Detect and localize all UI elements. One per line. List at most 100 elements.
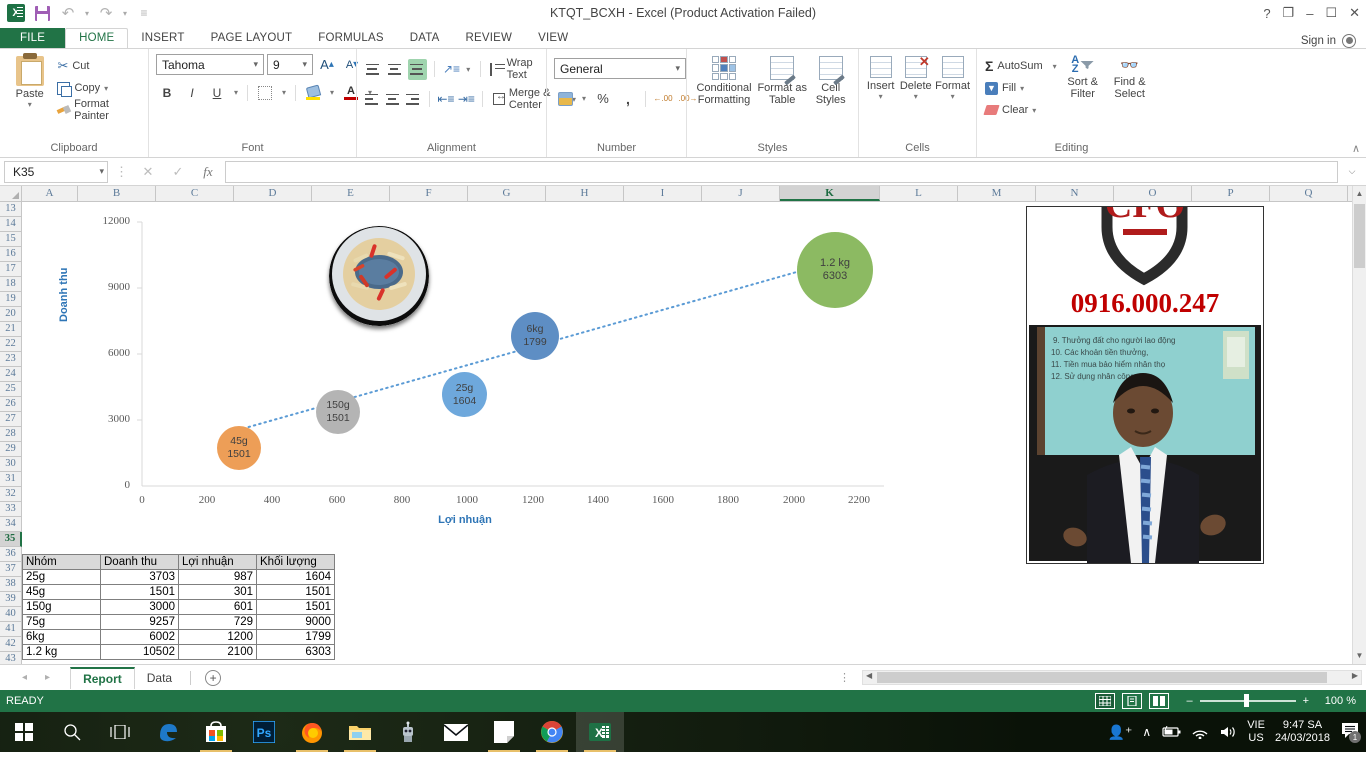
cell-profit[interactable]: 601 [178,599,257,615]
save-icon[interactable] [30,2,54,24]
hscroll-right-icon[interactable]: ▶ [1352,671,1358,680]
row-header-30[interactable]: 30 [0,457,21,472]
bubble-25g[interactable]: 25g 1604 [442,372,487,417]
view-buttons[interactable]: – + 100 % [1095,693,1360,709]
taskbar-app-file-explorer[interactable] [336,712,384,752]
cell-profit[interactable]: 1200 [178,629,257,645]
copy-button[interactable]: Copy ▾ [54,77,143,99]
normal-view-button[interactable] [1095,693,1116,709]
sign-in-label[interactable]: Sign in [1301,35,1336,47]
accounting-format-button[interactable] [554,88,576,109]
scroll-down-icon[interactable]: ▼ [1353,648,1366,664]
row-header-19[interactable]: 19 [0,292,21,307]
fill-color-button[interactable] [302,82,324,103]
horizontal-scroll-thumb[interactable] [877,672,1327,683]
number-format-select[interactable]: General ▾ [554,58,686,79]
sheet-tab-report[interactable]: Report [70,666,135,689]
copy-dropdown-icon[interactable]: ▾ [104,84,108,93]
row-headers[interactable]: 13 14 15 16 17 18 19 20 21 22 23 24 25 26 27 28 29 30 31 32… [0,202,22,664]
column-header-I[interactable]: I [624,186,702,201]
sheet-tab-bar[interactable]: ◂ ▸ Report Data + ⋮ ◀ ▶ [0,664,1366,690]
taskbar-app-chrome[interactable] [528,712,576,752]
zoom-slider[interactable]: – + [1186,694,1309,708]
format-cells-button[interactable]: Format ▾ [934,52,971,101]
notification-center-button[interactable]: 1 [1340,721,1362,743]
underline-dropdown-icon[interactable]: ▾ [231,82,241,103]
row-header-38[interactable]: 38 [0,577,21,592]
bubble-1-2-kg[interactable]: 1.2 kg 6303 [797,232,873,308]
align-right-button[interactable] [405,89,422,110]
redo-dropdown-icon[interactable]: ▾ [120,2,130,24]
column-header-C[interactable]: C [156,186,234,201]
clear-dropdown-icon[interactable]: ▾ [1032,106,1036,115]
tab-insert[interactable]: INSERT [128,29,197,48]
accounting-dropdown-icon[interactable]: ▾ [579,88,589,109]
column-header-L[interactable]: L [880,186,958,201]
wifi-icon[interactable] [1191,725,1209,739]
wrap-text-button[interactable]: Wrap Text [487,57,551,81]
sheet-nav-arrows[interactable]: ◂ ▸ [0,672,70,683]
ribbon-tab-bar[interactable]: FILE HOME INSERT PAGE LAYOUT FORMULAS DA… [0,26,1366,48]
row-header-32[interactable]: 32 [0,487,21,502]
maximize-button[interactable]: ☐ [1325,5,1337,21]
cell-profit[interactable]: 2100 [178,644,257,660]
tab-review[interactable]: REVIEW [453,29,526,48]
taskbar-app-photoshop[interactable]: Ps [240,712,288,752]
fill-button[interactable]: ▼ Fill ▾ [982,77,1060,99]
align-top-button[interactable] [364,59,383,80]
row-header-18[interactable]: 18 [0,277,21,292]
customize-qat-icon[interactable]: ≡ [132,2,156,24]
column-header-M[interactable]: M [958,186,1036,201]
column-header-D[interactable]: D [234,186,312,201]
prev-sheet-icon[interactable]: ◂ [22,672,27,683]
cell-profit[interactable]: 729 [178,614,257,630]
row-header-16[interactable]: 16 [0,247,21,262]
borders-dropdown-icon[interactable]: ▾ [279,82,289,103]
tab-page-layout[interactable]: PAGE LAYOUT [198,29,306,48]
cell-volume[interactable]: 1501 [256,599,335,615]
sort-filter-button[interactable]: AZ Sort & Filter [1060,52,1106,101]
row-header-31[interactable]: 31 [0,472,21,487]
cell-volume[interactable]: 1501 [256,584,335,600]
taskbar-app-mail[interactable] [432,712,480,752]
tab-view[interactable]: VIEW [525,29,581,48]
cell-volume[interactable]: 1799 [256,629,335,645]
quick-access-toolbar[interactable]: X ↶ ▾ ↷ ▾ ≡ [0,2,156,24]
start-button[interactable] [0,712,48,752]
align-bottom-button[interactable] [407,58,428,80]
increase-indent-button[interactable]: ⇥≡ [458,89,475,110]
battery-icon[interactable] [1161,726,1181,738]
cell-revenue[interactable]: 9257 [100,614,179,630]
cell-grid[interactable]: Doanh thu 12000 9000 6000 3000 0 0 200 4… [22,202,1366,664]
align-center-button[interactable] [384,89,401,110]
decrease-indent-button[interactable]: ⇤≡ [437,89,454,110]
insert-cells-button[interactable]: Insert ▾ [864,52,897,101]
cell-group[interactable]: 25g [22,569,101,585]
vertical-scrollbar[interactable]: ▲ ▼ [1352,186,1366,664]
column-header-G[interactable]: G [468,186,546,201]
undo-dropdown-icon[interactable]: ▾ [82,2,92,24]
column-header-H[interactable]: H [546,186,624,201]
undo-icon[interactable]: ↶ [56,2,80,24]
autosum-button[interactable]: Σ AutoSum ▾ [982,55,1060,77]
align-middle-button[interactable] [386,59,405,80]
minimize-button[interactable]: – [1306,6,1313,21]
column-header-F[interactable]: F [390,186,468,201]
clear-button[interactable]: Clear ▾ [982,99,1060,121]
cell-volume[interactable]: 1604 [256,569,335,585]
page-layout-view-button[interactable] [1122,693,1143,709]
bubble-chart-object[interactable]: Doanh thu 12000 9000 6000 3000 0 0 200 4… [32,204,898,540]
close-button[interactable]: ✕ [1349,5,1360,21]
collapse-ribbon-icon[interactable]: ∧ [1352,142,1360,155]
row-header-13[interactable]: 13 [0,202,21,217]
zoom-thumb[interactable] [1243,694,1249,708]
taskbar-app-store[interactable] [192,712,240,752]
window-controls[interactable]: ? ❐ – ☐ ✕ [1263,5,1366,21]
redo-icon[interactable]: ↷ [94,2,118,24]
taskbar-app-notepad[interactable] [480,712,528,752]
report-data-table[interactable]: Nhóm Doanh thu Lợi nhuận Khối lượng 25g … [22,554,335,660]
row-header-28[interactable]: 28 [0,427,21,442]
row-header-14[interactable]: 14 [0,217,21,232]
taskbar-app-excel[interactable]: X [576,712,624,752]
cell-group[interactable]: 1.2 kg [22,644,101,660]
